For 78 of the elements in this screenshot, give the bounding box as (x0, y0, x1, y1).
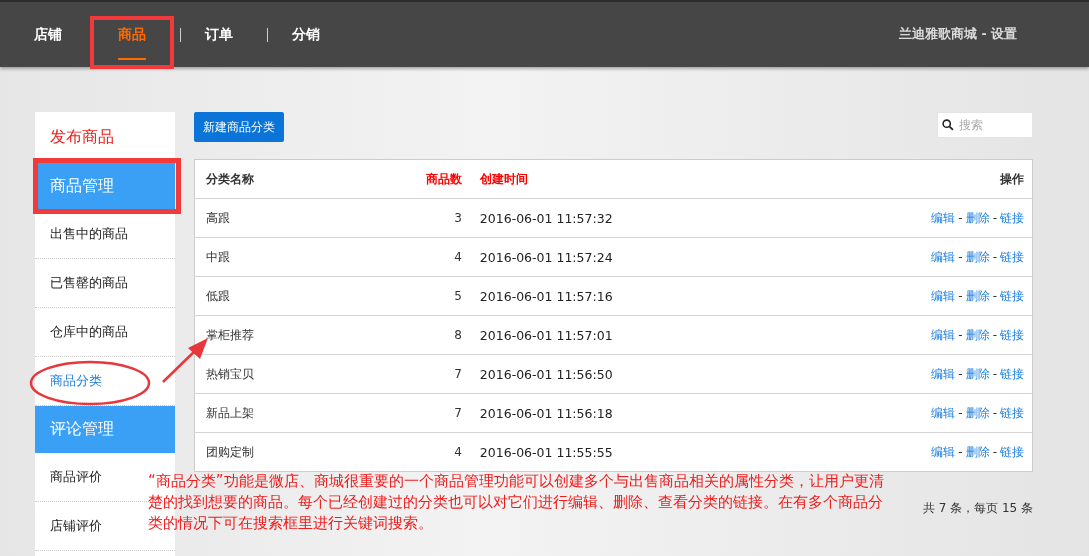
sidebar-section-header[interactable]: 评论管理 (35, 406, 175, 453)
action-link[interactable]: 链接 (1000, 249, 1024, 264)
action-link[interactable]: 删除 (965, 444, 990, 459)
column-header: 商品数 (425, 171, 462, 186)
action-link[interactable]: 删除 (965, 405, 990, 420)
separator-text: - (992, 210, 997, 225)
sidebar-item[interactable]: 出售中的商品 (50, 221, 128, 247)
action-link[interactable]: 编辑 (931, 249, 956, 264)
action-link[interactable]: 链接 (1000, 210, 1024, 225)
table-cell: 低跟 (206, 288, 230, 303)
action-link[interactable]: 删除 (965, 288, 990, 303)
table-cell: 2016-06-01 11:56:18 (479, 405, 613, 421)
sidebar-item[interactable]: 已售罄的商品 (50, 270, 128, 296)
separator-text: - (958, 366, 963, 381)
table-cell: 4 (454, 445, 462, 459)
pagination-info: 共 7 条，每页 15 条 (922, 501, 1033, 515)
action-link[interactable]: 编辑 (931, 327, 956, 342)
action-link[interactable]: 链接 (1000, 444, 1024, 459)
nav-tab[interactable]: 分销 (264, 2, 348, 67)
search-field[interactable]: 搜索 (937, 112, 1033, 138)
separator-text: - (992, 405, 997, 420)
table-cell: 2016-06-01 11:57:16 (479, 288, 613, 304)
action-link[interactable]: 链接 (1000, 288, 1024, 303)
action-link[interactable]: 编辑 (931, 288, 956, 303)
table-cell: 4 (454, 250, 462, 264)
column-header: 创建时间 (479, 171, 528, 186)
table-cell: 中跟 (206, 249, 230, 264)
table-cell: 2016-06-01 11:57:24 (479, 249, 613, 265)
column-header: 操作 (1000, 171, 1024, 186)
table-cell: 2016-06-01 11:57:01 (479, 327, 613, 343)
action-link[interactable]: 删除 (965, 210, 990, 225)
action-link[interactable]: 链接 (1000, 327, 1024, 342)
separator-text: - (992, 444, 997, 459)
separator-text: - (958, 327, 963, 342)
separator-text: - (958, 249, 963, 264)
separator-text: - (992, 366, 997, 381)
action-link[interactable]: 链接 (1000, 405, 1024, 420)
table-cell: 团购定制 (206, 444, 254, 459)
sidebar-item[interactable]: 仓库中的商品 (50, 319, 128, 345)
table-cell: 高跟 (206, 210, 230, 225)
sidebar-item[interactable]: 商品评价 (50, 464, 102, 490)
table-cell: 7 (454, 367, 462, 381)
table-cell: 8 (454, 328, 462, 342)
nav-tab[interactable]: 订单 (177, 2, 261, 67)
table-cell: 5 (454, 289, 462, 303)
action-link[interactable]: 删除 (965, 366, 990, 381)
table-cell: 掌柜推荐 (206, 327, 254, 342)
separator-text: - (958, 444, 963, 459)
table-cell: 7 (454, 406, 462, 420)
column-header: 分类名称 (206, 171, 254, 186)
separator-text: - (958, 288, 963, 303)
sidebar-section-header[interactable]: 商品管理 (35, 163, 175, 210)
action-link[interactable]: 链接 (1000, 366, 1024, 381)
new-category-button[interactable]: 新建商品分类 (194, 112, 284, 142)
table-cell: 2016-06-01 11:57:32 (479, 210, 613, 226)
table-cell: 热销宝贝 (206, 366, 254, 381)
separator-text: - (992, 249, 997, 264)
search-icon (942, 119, 954, 131)
action-link[interactable]: 编辑 (931, 444, 956, 459)
action-link[interactable]: 删除 (965, 249, 990, 264)
table-cell: 2016-06-01 11:55:55 (479, 444, 613, 460)
nav-tab[interactable]: 店铺 (6, 2, 90, 67)
separator-text: - (992, 288, 997, 303)
annotation-note: “商品分类”功能是微店、商城很重要的一个商品管理功能可以创建多个与出售商品相关的属性分类，让用户更清楚的找到想要的商品。每个已经创建过的分类也可以对它们进行编辑、删除、查看分类的链接。在有多个商品分类的情况下可在搜索框里进行关键词搜索。 (148, 471, 885, 534)
action-link[interactable]: 编辑 (931, 405, 956, 420)
nav-tab[interactable]: 商品 (90, 2, 174, 67)
sidebar-item[interactable]: 发布商品 (50, 123, 114, 152)
sidebar-item[interactable]: 店铺评价 (50, 513, 102, 539)
action-link[interactable]: 编辑 (931, 366, 956, 381)
account-link[interactable]: 兰迪雅歌商城 - 设置 (899, 26, 1017, 43)
table-cell: 新品上架 (206, 405, 254, 420)
separator-text: - (958, 405, 963, 420)
action-link[interactable]: 删除 (965, 327, 990, 342)
table-cell: 3 (454, 211, 462, 225)
separator-text: - (992, 327, 997, 342)
action-link[interactable]: 编辑 (931, 210, 956, 225)
table-cell: 2016-06-01 11:56:50 (479, 366, 613, 382)
separator-text: - (958, 210, 963, 225)
